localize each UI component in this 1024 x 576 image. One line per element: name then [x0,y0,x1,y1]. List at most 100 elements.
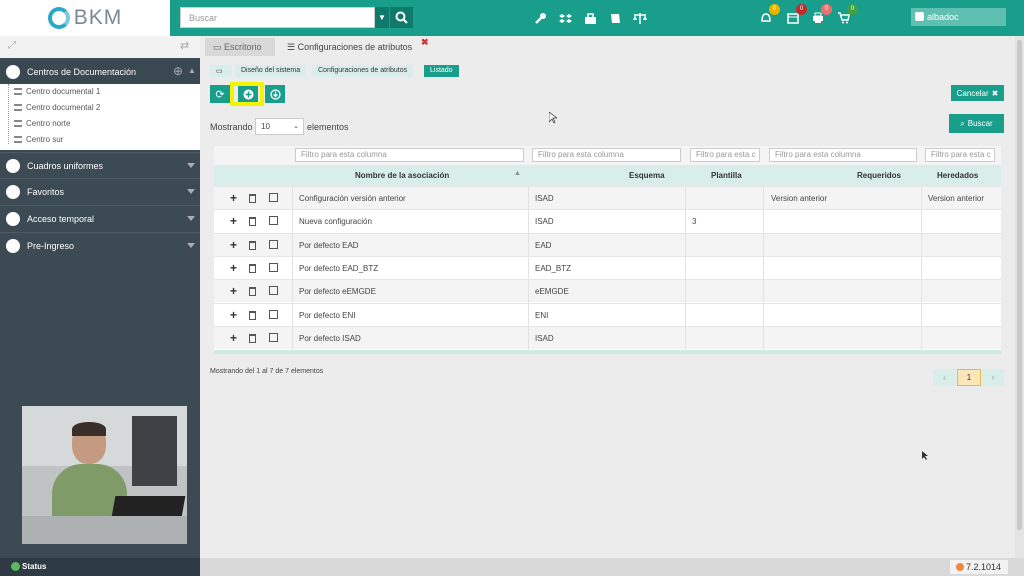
page-1-button[interactable]: 1 [957,369,981,386]
sidebar-item-pre-ingreso[interactable]: Pre-Ingreso [0,232,200,257]
filter-heredados-input[interactable]: Filtro para esta c [925,148,995,162]
prev-page-button[interactable]: ‹ [933,369,956,386]
filter-plantilla-input[interactable]: Filtro para esta c [690,148,760,162]
trash-icon[interactable] [249,333,256,343]
chevron-down-icon: ⌄ [293,123,299,130]
table-icon [6,159,20,173]
edit-icon[interactable] [269,286,278,296]
status-bar[interactable]: Status [0,558,200,576]
column-header-nombre[interactable]: Nombre de la asociación [355,171,449,180]
breadcrumb-item[interactable]: Configuraciones de atributos [312,65,414,77]
cancel-button[interactable]: Cancelar ✖ [951,85,1004,101]
table-row[interactable]: + Por defecto ISAD ISAD [214,325,1001,350]
bag-icon[interactable] [582,10,598,26]
add-child-icon[interactable]: + [230,309,237,321]
trash-icon[interactable] [249,287,256,297]
sidebar-item-cuadros[interactable]: Cuadros uniformes [0,152,200,177]
dropbox-icon[interactable] [557,10,573,26]
zoom-icon[interactable]: ⊕ [173,64,183,78]
edit-icon[interactable] [269,262,278,272]
book-icon[interactable] [607,10,623,26]
attributes-table: Filtro para esta columna Filtro para est… [214,146,1001,354]
column-divider [292,303,293,327]
tab-label: Escritorio [224,42,262,52]
search-button[interactable] [390,7,413,28]
search-submit-button[interactable]: ⌕ Buscar [949,114,1004,133]
sort-asc-icon[interactable]: ▲ [514,170,521,177]
table-row[interactable]: + Por defecto EAD EAD [214,232,1001,257]
balance-icon[interactable] [632,10,648,26]
cell-esquema: ISAD [535,217,554,227]
close-tab-icon[interactable]: ✖ [421,37,429,48]
edit-icon[interactable] [269,239,278,249]
sidebar-header[interactable]: Centros de Documentación ⊕ ▲ [0,60,200,84]
scrollbar-thumb[interactable] [1017,40,1022,530]
filter-esquema-input[interactable]: Filtro para esta columna [532,148,681,162]
logo[interactable]: BKM [0,0,170,36]
tab-escritorio[interactable]: ▭ Escritorio [205,38,275,56]
table-row[interactable]: + Nueva configuración ISAD 3 [214,209,1001,234]
calendar-icon[interactable]: 0 [785,4,807,26]
edit-icon[interactable] [269,193,278,202]
sidebar-item-favoritos[interactable]: Favoritos [0,178,200,203]
add-child-icon[interactable]: + [230,192,237,204]
refresh-button[interactable]: ⟳ [210,85,230,103]
column-header-heredados[interactable]: Heredados [937,171,978,180]
trash-icon[interactable] [249,217,256,227]
download-button[interactable] [265,85,285,103]
cart-icon[interactable]: 0 [836,4,858,26]
wrench-icon[interactable] [532,10,548,26]
page-size-select[interactable]: 10 ⌄ [255,118,304,135]
breadcrumb-item[interactable]: Diseño del sistema [235,65,307,77]
table-info: Mostrando del 1 al 7 de 7 elementos [210,368,324,375]
edit-icon[interactable] [269,309,278,319]
search-dropdown-button[interactable]: ▼ [375,7,389,28]
edit-icon[interactable] [269,332,278,342]
table-row[interactable]: + Por defecto eEMGDE eEMGDE [214,279,1001,304]
add-child-icon[interactable]: + [230,285,237,297]
logo-text: BKM [73,6,123,29]
column-header-esquema[interactable]: Esquema [629,171,665,180]
sidebar-item-acceso[interactable]: Acceso temporal [0,205,200,230]
table-row[interactable]: + Por defecto EAD_BTZ EAD_BTZ [214,255,1001,280]
column-divider [528,233,529,257]
collapse-icon[interactable]: ▲ [188,66,196,75]
trash-icon[interactable] [249,194,256,203]
list-icon: ☰ [287,42,296,52]
tree-item[interactable]: Centro sur [0,132,200,148]
table-row[interactable]: + Configuración versión anterior ISAD Versi… [214,186,1001,210]
swap-icon[interactable]: ⇄ [180,39,189,52]
tree-item[interactable]: Centro documental 2 [0,100,200,116]
trash-icon[interactable] [249,310,256,320]
cell-nombre: Por defecto EAD [299,240,359,250]
expand-icon[interactable]: ⤢ [8,40,16,51]
tree-item[interactable]: Centro documental 1 [0,84,200,100]
add-child-icon[interactable]: + [230,332,237,344]
chevron-down-icon [187,163,195,168]
column-header-plantilla[interactable]: Plantilla [711,171,742,180]
bell-icon[interactable]: 0 [758,4,780,26]
trash-icon[interactable] [249,240,256,250]
highlight-box [230,82,264,106]
column-header-requeridos[interactable]: Requeridos [857,171,901,180]
column-divider [921,210,922,234]
column-divider [292,326,293,350]
edit-icon[interactable] [269,216,278,226]
filter-requeridos-input[interactable]: Filtro para esta columna [769,148,917,162]
filter-nombre-input[interactable]: Filtro para esta columna [295,148,524,162]
search-input[interactable]: Buscar [180,7,375,28]
printer-icon[interactable]: 0 [810,4,832,26]
user-menu[interactable]: albadoc [911,8,1006,26]
tab-configuraciones[interactable]: ☰ Configuraciones de atributos [279,38,421,56]
table-row[interactable]: + Por defecto ENI ENI [214,302,1001,327]
add-child-icon[interactable]: + [230,262,237,274]
add-child-icon[interactable]: + [230,215,237,227]
next-page-button[interactable]: › [982,369,1004,386]
add-child-icon[interactable]: + [230,239,237,251]
trash-icon[interactable] [249,263,256,273]
search-icon: ⌕ [960,118,965,128]
column-divider [685,280,686,304]
cell-esquema: ISAD [535,194,554,203]
tree-item[interactable]: Centro norte [0,116,200,132]
breadcrumb-home[interactable]: ▭ [210,65,232,77]
